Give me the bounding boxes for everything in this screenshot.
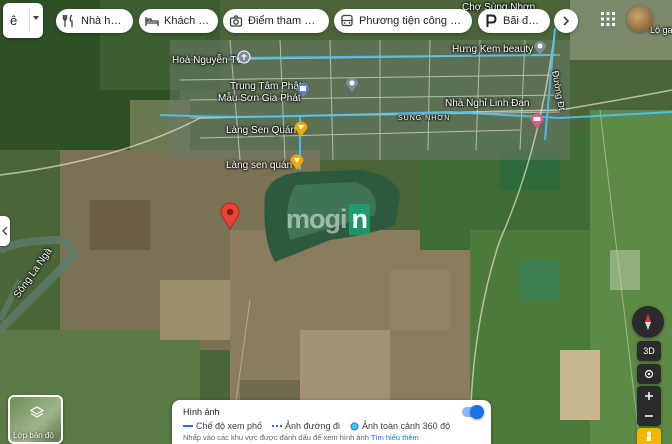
imagery-help: Nhấp vào các khu vực được đánh dấu để xe… — [183, 433, 419, 442]
3d-toggle-button[interactable]: 3D — [637, 341, 661, 361]
camera-icon — [229, 15, 243, 27]
imagery-panel: Hình ảnh Chế độ xem phố Ảnh đường đi Ảnh… — [172, 400, 491, 444]
search-box[interactable]: ê — [3, 3, 43, 38]
label-mau-son[interactable]: Mẫu Sơn Gia Phát — [218, 93, 301, 104]
imagery-panel-title: Hình ảnh — [183, 407, 220, 417]
chevron-left-icon — [2, 227, 8, 235]
chevron-down-icon[interactable] — [33, 16, 39, 20]
chip-hotels[interactable]: Khách sạn — [139, 9, 218, 33]
watermark-logo: mogi n — [286, 204, 370, 235]
pin-nha-nghi[interactable] — [529, 112, 545, 130]
label-lang-sen-quan-2[interactable]: Làng sen quán — [226, 160, 292, 171]
dotted-line-icon — [272, 425, 283, 427]
label-sung-nhon: SÙNG NHƠN — [398, 115, 451, 122]
pin-lang-sen-quan-2[interactable] — [289, 153, 305, 171]
bed-icon — [145, 17, 159, 26]
bus-icon — [341, 14, 353, 27]
crosshair-icon — [644, 369, 654, 379]
map-layers-button[interactable]: Lớp bản đồ — [8, 395, 63, 444]
learn-more-link[interactable]: Tìm hiểu thêm — [371, 433, 419, 442]
location-pin-icon[interactable] — [219, 202, 241, 230]
legend-road-photos: Ảnh đường đi — [272, 421, 340, 431]
circle-dot-icon — [350, 422, 359, 430]
compass-button[interactable] — [632, 306, 664, 338]
minus-icon — [645, 415, 653, 417]
solid-line-icon — [183, 425, 193, 427]
parking-icon — [486, 14, 497, 27]
pegman-icon — [647, 431, 651, 441]
avatar[interactable] — [627, 6, 653, 32]
compass-icon — [645, 314, 651, 330]
chip-public-transport[interactable]: Phương tiện công cộ... — [334, 9, 472, 33]
imagery-legend: Chế độ xem phố Ảnh đường đi Ảnh toàn cản… — [183, 421, 450, 431]
apps-grid-icon[interactable] — [601, 12, 615, 26]
plus-icon — [645, 392, 653, 400]
zoom-out-button[interactable] — [637, 406, 661, 426]
zoom-in-button[interactable] — [637, 386, 661, 406]
legend-360-photos: Ảnh toàn cảnh 360 độ — [350, 421, 450, 431]
layers-icon — [30, 406, 44, 418]
pin-temple[interactable] — [296, 82, 310, 98]
fork-knife-icon — [62, 14, 73, 27]
label-hoa-nguyen[interactable]: Hoà Nguyễn Tv — [172, 55, 241, 66]
chips-next-button[interactable] — [554, 9, 578, 33]
pin-lang-sen-quan[interactable] — [293, 120, 309, 138]
label-hung-kem[interactable]: Hưng Kem beauty — [452, 44, 533, 55]
legend-street-view: Chế độ xem phố — [183, 421, 262, 431]
chip-restaurants[interactable]: Nhà hàng — [56, 9, 133, 33]
search-input[interactable]: ê — [10, 13, 17, 28]
pin-hung-kem[interactable] — [533, 40, 547, 56]
chip-attractions[interactable]: Điểm tham quan — [223, 9, 329, 33]
label-nha-nghi[interactable]: Nhà Nghỉ Linh Đan — [445, 98, 530, 109]
pegman-button[interactable] — [637, 428, 661, 444]
label-lang-sen-quan[interactable]: Làng Sen Quán — [226, 125, 296, 136]
imagery-toggle[interactable] — [462, 405, 484, 419]
pin-shop[interactable] — [345, 77, 359, 93]
chevron-right-icon — [563, 16, 570, 26]
label-trung-tam[interactable]: Trung Tâm Phật — [230, 81, 302, 92]
pin-hoa-nguyen[interactable] — [237, 50, 251, 64]
chip-parking[interactable]: Bãi đỗ xe — [478, 9, 550, 33]
collapse-side-panel-button[interactable] — [0, 216, 10, 246]
my-location-button[interactable] — [637, 364, 661, 384]
search-divider — [29, 9, 30, 32]
label-lo-ga: Lộ ga — [650, 25, 672, 35]
